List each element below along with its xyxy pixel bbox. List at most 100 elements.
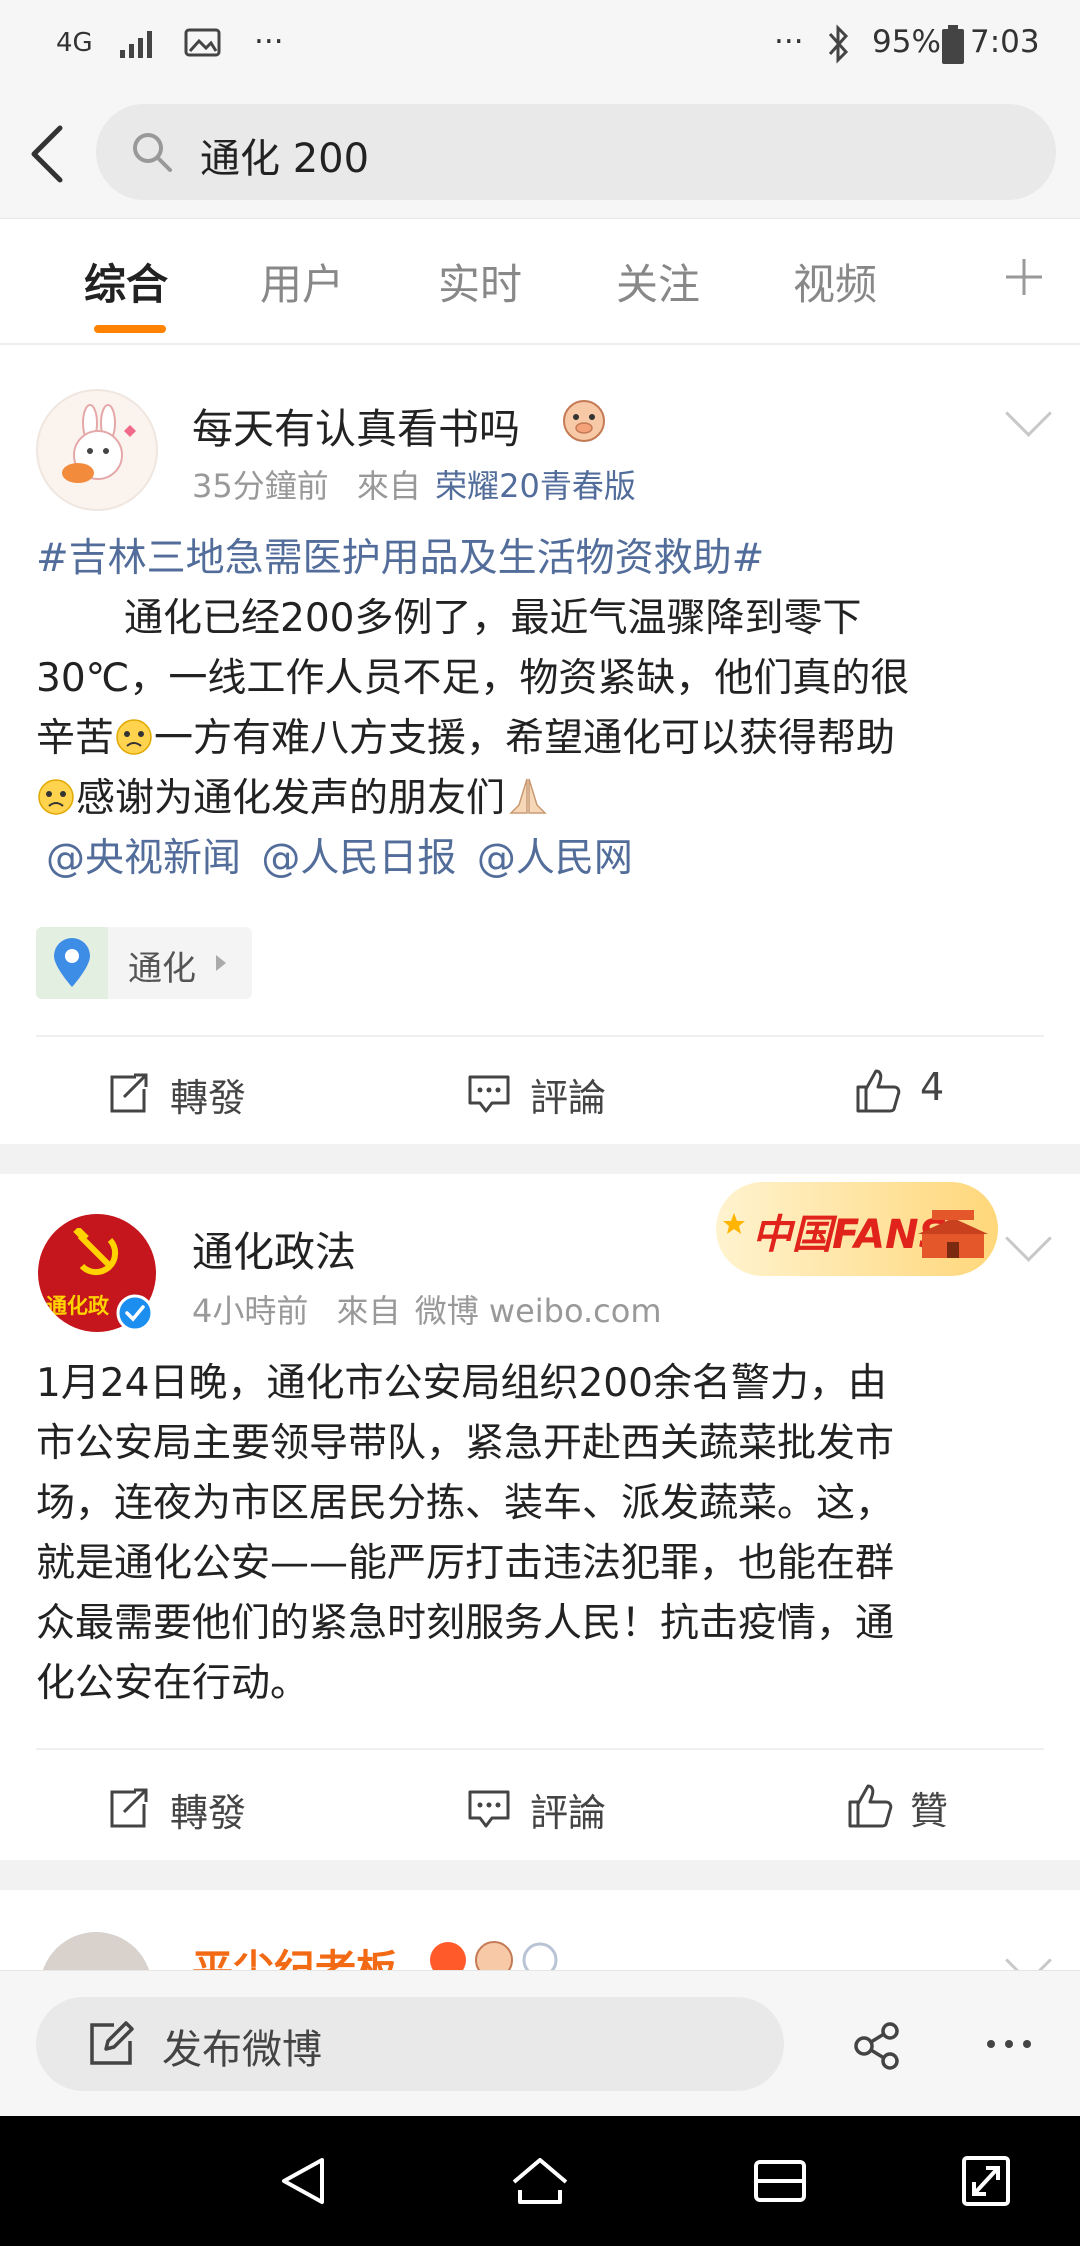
signal-icon bbox=[120, 31, 152, 58]
search-input[interactable]: 通化 200 bbox=[200, 126, 369, 184]
sad-emoji-icon bbox=[116, 719, 152, 755]
from-label: 來自 bbox=[336, 1292, 401, 1330]
post-meta: 4小時前 來自 微博 weibo.com bbox=[192, 1286, 662, 1332]
repost-icon bbox=[110, 1788, 148, 1828]
post-content: #吉林三地急需医护用品及生活物资救助# 通化已经200多例了，最近气温骤降到零下… bbox=[36, 529, 1046, 889]
rabbit-avatar-icon bbox=[62, 404, 136, 483]
bluetooth-icon bbox=[828, 24, 849, 64]
thumbs-up-icon bbox=[848, 1784, 893, 1828]
battery-icon bbox=[942, 25, 964, 64]
card-separator bbox=[0, 1860, 1080, 1890]
post-source[interactable]: 荣耀20青春版 bbox=[435, 467, 636, 505]
divider bbox=[36, 1748, 1044, 1750]
search-icon bbox=[133, 133, 172, 172]
bottom-action-bar: 发布微博 bbox=[0, 1970, 1080, 2117]
tiananmen-icon bbox=[918, 1210, 988, 1258]
repost-label: 轉發 bbox=[170, 1791, 247, 1835]
nav-back-icon[interactable] bbox=[276, 2154, 328, 2208]
post-line: 30℃，一线工作人员不足，物资紧缺，他们真的很 bbox=[36, 656, 910, 701]
post-username[interactable]: 通化政法 bbox=[192, 1218, 356, 1278]
avatar[interactable] bbox=[40, 1932, 152, 1970]
post-source[interactable]: 微博 weibo.com bbox=[415, 1292, 662, 1330]
tab-following[interactable]: 关注 bbox=[616, 251, 700, 312]
comment-label: 評論 bbox=[530, 1076, 607, 1120]
more-notifications: ··· bbox=[254, 24, 284, 60]
post-content: 1月24日晚，通化市公安局组织200余名警力，由 市公安局主要领导带队，紧急开赴… bbox=[36, 1354, 1046, 1714]
comment-icon bbox=[468, 1075, 510, 1113]
mention-link[interactable]: @人民日报 bbox=[261, 836, 456, 881]
compose-button[interactable]: 发布微博 bbox=[36, 1997, 784, 2091]
share-icon[interactable] bbox=[852, 2021, 902, 2071]
location-pin-icon bbox=[54, 938, 90, 987]
comment-label: 評論 bbox=[530, 1791, 607, 1835]
post-card: 每天有认真看书吗 35分鐘前 來自 荣耀20青春版 #吉林三地急需医护用品及生活… bbox=[0, 345, 1080, 1145]
post-line: 场，连夜为市区居民分拣、装车、派发蔬菜。这， bbox=[36, 1481, 895, 1526]
tab-users[interactable]: 用户 bbox=[260, 251, 344, 312]
nav-expand-icon[interactable] bbox=[960, 2154, 1012, 2208]
more-options-icon[interactable] bbox=[984, 2037, 1034, 2051]
location-name: 通化 bbox=[128, 949, 196, 989]
search-bar[interactable]: 通化 200 bbox=[96, 104, 1056, 200]
nav-home-icon[interactable] bbox=[510, 2154, 570, 2208]
post-time: 35分鐘前 bbox=[192, 467, 329, 505]
post-line: 化公安在行动。 bbox=[36, 1661, 310, 1706]
post-text: 一方有难八方支援，希望通化可以获得帮助 bbox=[154, 716, 896, 761]
post-card: 通化政 通化政法 4小時前 來自 微博 weibo.com 中国FANS 1月2… bbox=[0, 1174, 1080, 1860]
tab-videos[interactable]: 视频 bbox=[793, 251, 877, 312]
post-username[interactable]: 平尘纪老板 bbox=[192, 1936, 397, 1970]
tab-realtime[interactable]: 实时 bbox=[438, 251, 522, 312]
thumbs-up-icon bbox=[856, 1069, 901, 1113]
active-tab-indicator bbox=[94, 325, 166, 333]
post-card: 平尘纪老板 bbox=[0, 1890, 1080, 1970]
location-tag[interactable]: 通化 bbox=[36, 927, 252, 999]
card-separator bbox=[0, 1144, 1080, 1174]
chevron-down-icon[interactable] bbox=[1005, 390, 1052, 437]
search-header: 通化 200 bbox=[0, 90, 1080, 219]
post-username[interactable]: 每天有认真看书吗 bbox=[192, 395, 520, 455]
mentions-line: @央视新闻 @人民日报 @人民网 bbox=[36, 829, 1046, 889]
mention-link[interactable]: @人民网 bbox=[477, 836, 633, 881]
post-line: 1月24日晚，通化市公安局组织200余名警力，由 bbox=[36, 1361, 887, 1406]
repost-label: 轉發 bbox=[170, 1076, 247, 1120]
tab-comprehensive[interactable]: 综合 bbox=[84, 251, 168, 312]
edit-icon bbox=[90, 2021, 134, 2065]
add-tab-icon[interactable] bbox=[1004, 257, 1044, 297]
praying-hands-icon bbox=[509, 778, 547, 814]
post-line: 感谢为通化发声的朋友们 bbox=[36, 769, 1046, 829]
avatar-text: 通化政 bbox=[46, 1294, 109, 1318]
caret-right-icon bbox=[216, 955, 226, 971]
gallery-icon bbox=[184, 28, 221, 57]
repost-icon bbox=[110, 1073, 148, 1113]
post-line: 辛苦 一方有难八方支援，希望通化可以获得帮助 bbox=[36, 709, 1046, 769]
nav-recents-icon[interactable] bbox=[752, 2156, 808, 2206]
like-count: 4 bbox=[920, 1065, 945, 1109]
chevron-down-icon[interactable] bbox=[1005, 1215, 1052, 1262]
post-line: 通化已经200多例了，最近气温骤降到零下 bbox=[124, 596, 862, 641]
hammer-sickle-icon bbox=[73, 1228, 119, 1276]
chevron-down-icon[interactable] bbox=[1005, 1937, 1052, 1970]
mention-link[interactable]: @央视新闻 bbox=[46, 836, 241, 881]
comment-icon bbox=[468, 1790, 510, 1828]
post-text: 感谢为通化发声的朋友们 bbox=[76, 776, 506, 821]
status-bar: 4G ··· ··· 95% 7:03 bbox=[0, 0, 1080, 90]
avatar[interactable] bbox=[36, 389, 158, 511]
back-icon[interactable] bbox=[24, 122, 68, 186]
verified-badge-icon bbox=[116, 1294, 154, 1332]
divider bbox=[36, 1035, 1044, 1037]
battery-percent: 95% bbox=[872, 24, 941, 60]
post-line: 就是通化公安——能严厉打击违法犯罪，也能在群 bbox=[36, 1541, 895, 1586]
post-line: 市公安局主要领导带队，紧急开赴西关蔬菜批发市 bbox=[36, 1421, 895, 1466]
fans-badge[interactable]: 中国FANS bbox=[716, 1182, 998, 1276]
vip-emoji-icon bbox=[563, 400, 605, 442]
more-status: ··· bbox=[774, 24, 804, 60]
network-indicator: 4G bbox=[56, 28, 93, 58]
tab-bar: 综合 用户 实时 关注 视频 bbox=[0, 219, 1080, 345]
compose-label: 发布微博 bbox=[162, 2027, 322, 2073]
from-label: 來自 bbox=[356, 467, 421, 505]
topic-hashtag[interactable]: #吉林三地急需医护用品及生活物资救助# bbox=[36, 529, 1046, 589]
badge-icons bbox=[430, 1941, 558, 1970]
sad-emoji-icon bbox=[38, 779, 74, 815]
like-label: 贊 bbox=[910, 1789, 949, 1833]
post-meta: 35分鐘前 來自 荣耀20青春版 bbox=[192, 461, 636, 507]
clock: 7:03 bbox=[970, 24, 1040, 60]
